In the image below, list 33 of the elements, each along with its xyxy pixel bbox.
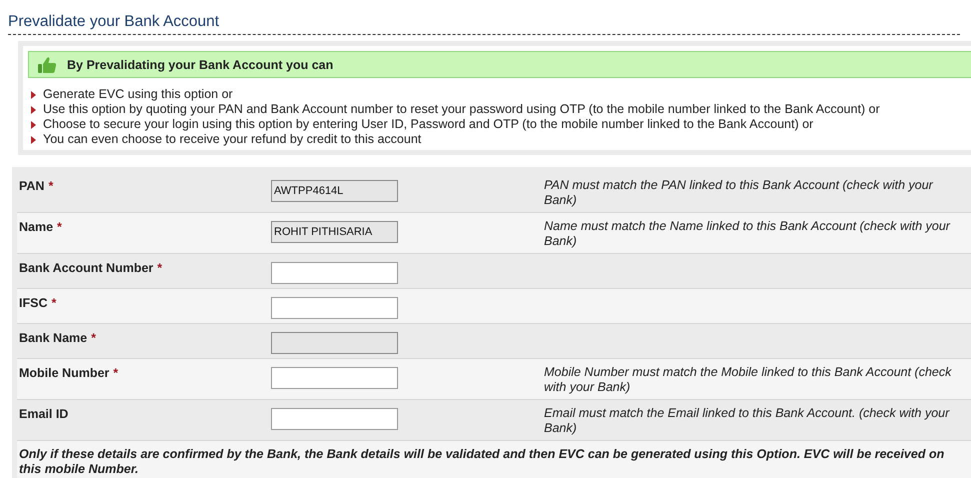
field-label: IFSC	[19, 296, 48, 310]
field-label: Mobile Number	[19, 366, 110, 380]
field-label: Email ID	[19, 407, 68, 421]
note-text: Only if these details are confirmed by the Bank, the Bank details will be validated and then EVC can be generated using this Option. EVC will be received on this mobile Number.	[17, 441, 971, 478]
bullet-icon	[31, 136, 36, 144]
bullet-icon	[31, 106, 36, 114]
page-title: Prevalidate your Bank Account	[7, 12, 220, 31]
field-hint: Name must match the Name linked to this Bank Account (check with your Bank)	[544, 219, 950, 248]
field-hint: Email must match the Email linked to this Bank Account. (check with your Bank)	[544, 406, 950, 435]
banner-text: By Prevalidating your Bank Account you can	[67, 58, 334, 72]
field-label: Name	[19, 220, 54, 234]
option-text: Use this option by quoting your PAN and Bank Account number to reset your password using OTP (to the mobile number linked to the Bank Account) or	[43, 102, 880, 117]
required-mark: *	[48, 179, 54, 193]
field-label: Bank Name	[19, 331, 88, 345]
thumbs-up-icon	[37, 56, 57, 74]
required-mark: *	[57, 220, 62, 234]
option-text: Generate EVC using this option or	[43, 87, 233, 102]
field-hint: Mobile Number must match the Mobile linked to this Bank Account (check with your Bank)	[544, 365, 952, 394]
input-field[interactable]	[271, 297, 398, 319]
input-field[interactable]	[271, 367, 398, 389]
required-mark: *	[91, 331, 96, 345]
bullet-icon	[31, 90, 36, 98]
input-field[interactable]	[271, 262, 398, 284]
input-field[interactable]	[271, 408, 398, 430]
field-label: Bank Account Number	[19, 261, 154, 275]
option-text: You can even choose to receive your refund by credit to this account	[43, 132, 422, 147]
option-text: Choose to secure your login using this option by entering User ID, Password and OTP (to the mobile number linked to the Bank Account) or	[43, 117, 814, 132]
required-mark: *	[51, 296, 56, 310]
required-mark: *	[113, 366, 118, 380]
bullet-icon	[31, 120, 36, 128]
required-mark: *	[157, 261, 162, 275]
field-label: PAN	[19, 179, 44, 193]
field-hint: PAN must match the PAN linked to this Bank Account (check with your Bank)	[544, 178, 933, 207]
